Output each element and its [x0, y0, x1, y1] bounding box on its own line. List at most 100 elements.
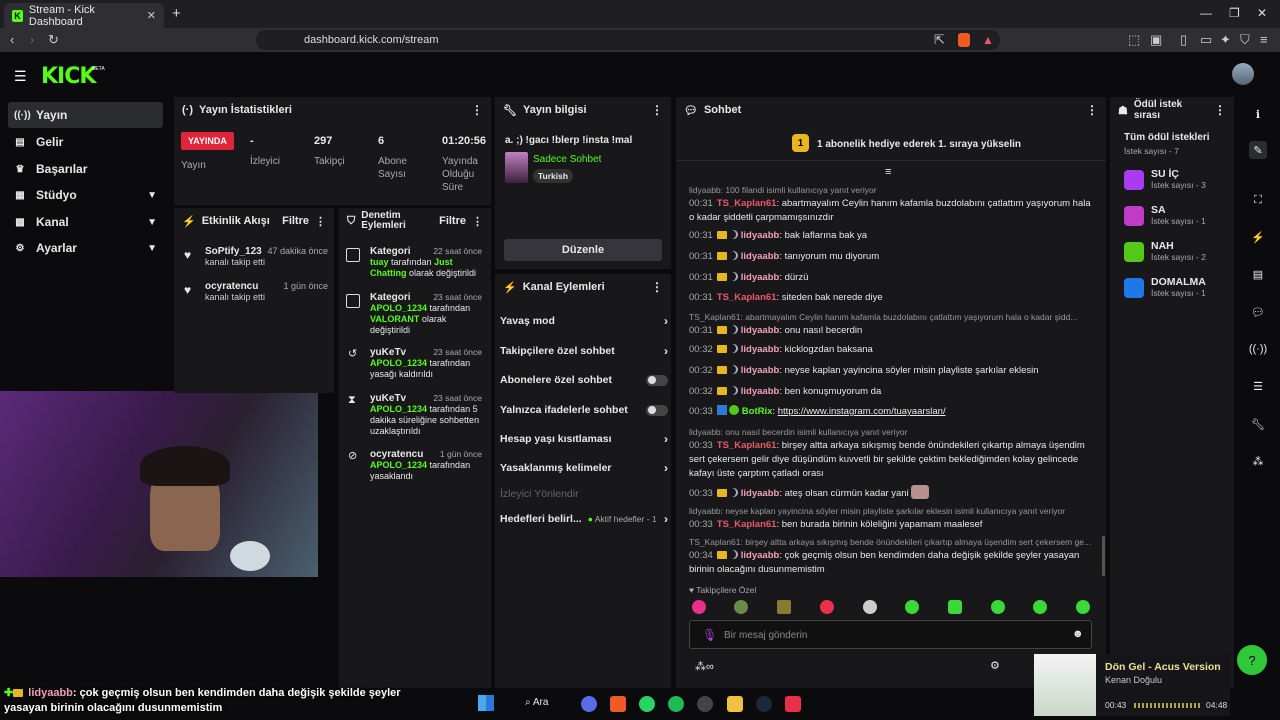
category-icon — [346, 294, 360, 308]
taskbar-search[interactable]: ⌕ Ara — [525, 697, 548, 708]
emote-2[interactable] — [734, 600, 748, 614]
share-icon[interactable]: ⇱ — [934, 32, 945, 48]
all-rewards-link[interactable]: Tüm ödül istekleri — [1124, 132, 1210, 143]
followers-only-row[interactable]: Takipçilere özel sohbet › — [500, 341, 668, 361]
activity-filter-button[interactable]: Filtre — [282, 215, 309, 227]
windows-start-icon[interactable] — [478, 695, 494, 711]
banned-words-row[interactable]: Yasaklanmış kelimeler › — [500, 458, 668, 478]
emote-5[interactable] — [863, 600, 877, 614]
emote-1[interactable] — [692, 600, 706, 614]
wallet-icon[interactable]: ▭ — [1200, 32, 1212, 48]
emote-3[interactable] — [777, 600, 791, 614]
account-age-row[interactable]: Hesap yaşı kısıtlaması › — [500, 429, 668, 449]
extensions-icon[interactable]: ⬚ — [1128, 32, 1140, 48]
collapse-icon[interactable]: ≡ — [885, 166, 891, 178]
more-menu-icon[interactable]: ⋮ — [651, 103, 663, 117]
sidebar-toggle-icon[interactable]: ▯ — [1180, 32, 1187, 48]
more-menu-icon[interactable]: ⋮ — [315, 215, 326, 228]
edit-pencil-icon[interactable]: ✎ — [1249, 141, 1267, 159]
sidebar-item-studyo[interactable]: ▦ Stüdyo ▼ — [8, 182, 163, 208]
user-avatar[interactable] — [1232, 63, 1254, 85]
brave-shield-icon[interactable] — [958, 33, 970, 47]
hamburger-menu-icon[interactable]: ☰ — [14, 68, 27, 85]
quick-actions-icon[interactable]: ⚡ — [1249, 228, 1267, 246]
webcam-overlay — [0, 391, 318, 577]
file-explorer-icon[interactable] — [727, 696, 743, 712]
chat-link[interactable]: https://www.instagram.com/tuayaarslan/ — [778, 406, 946, 417]
sidebar-item-yayin[interactable]: ((·)) Yayın — [8, 102, 163, 128]
reload-icon[interactable]: ↻ — [48, 32, 59, 48]
new-tab-icon[interactable]: + — [172, 5, 181, 22]
microphone-icon[interactable]: 🎙︎ — [702, 628, 717, 642]
obs-icon[interactable] — [697, 696, 713, 712]
more-menu-icon[interactable]: ⋮ — [1214, 103, 1226, 117]
chat-bubble-icon[interactable]: 💬︎ — [1249, 303, 1267, 321]
kick-header — [0, 52, 1280, 96]
moderation-filter-button[interactable]: Filtre — [439, 215, 466, 227]
sidebar-item-gelir[interactable]: ▤ Gelir — [8, 129, 163, 155]
browser-tab[interactable]: K Stream - Kick Dashboard ✕ — [4, 3, 164, 28]
category-name[interactable]: Sadece Sohbet — [533, 154, 601, 165]
more-menu-icon[interactable]: ⋮ — [471, 103, 483, 117]
queue-icon[interactable]: ☰ — [1249, 377, 1267, 395]
chat-scrollbar[interactable] — [1102, 536, 1105, 576]
shield-icon: ⛉ — [347, 214, 356, 227]
maximize-icon[interactable]: ❐ — [1229, 6, 1240, 20]
reward-item[interactable]: SU İÇ İstek sayısı - 3 — [1124, 168, 1206, 190]
emote-8[interactable] — [991, 600, 1005, 614]
brave-icon[interactable] — [610, 696, 626, 712]
browser-menu-icon[interactable]: ≡ — [1260, 32, 1268, 47]
subscribers-only-toggle[interactable] — [646, 374, 668, 386]
slow-mode-row[interactable]: Yavaş mod › — [500, 311, 668, 331]
info-icon[interactable]: ℹ — [1249, 105, 1267, 123]
vpn-icon[interactable]: ⛉ — [1240, 32, 1250, 48]
chat-settings-gear-icon[interactable]: ⚙ — [990, 659, 1000, 672]
reward-item[interactable]: DOMALMA İstek sayısı - 1 — [1124, 276, 1206, 298]
goals-row[interactable]: Hedefleri belirl... ● Aktif hedefler - 1 › — [500, 509, 668, 529]
emote-only-toggle[interactable] — [646, 404, 668, 416]
sidebar-item-ayarlar[interactable]: ⚙ Ayarlar ▼ — [8, 235, 163, 261]
reward-item[interactable]: NAH İstek sayısı - 2 — [1124, 240, 1206, 262]
notes-icon[interactable]: ▤ — [1249, 265, 1267, 283]
discord-icon[interactable] — [581, 696, 597, 712]
url-input[interactable]: dashboard.kick.com/stream — [256, 30, 1000, 50]
emote-10[interactable] — [1076, 600, 1090, 614]
more-menu-icon[interactable]: ⋮ — [472, 215, 483, 228]
forward-icon[interactable]: › — [30, 32, 34, 47]
steam-icon[interactable] — [756, 696, 772, 712]
edit-button[interactable]: Düzenle — [504, 239, 662, 261]
emote-4[interactable] — [820, 600, 834, 614]
whatsapp-icon[interactable] — [639, 696, 655, 712]
pinned-gift-banner[interactable]: 1 1 abonelik hediye ederek 1. sıraya yük… — [676, 125, 1106, 161]
sidebar-item-basarilar[interactable]: ♛ Başarılar — [8, 156, 163, 182]
chevron-down-icon: ▼ — [147, 242, 157, 254]
fullscreen-icon[interactable]: ⛶ — [1249, 191, 1267, 209]
apps-icon[interactable]: ⁂ — [1249, 452, 1267, 470]
broadcast-icon[interactable]: ((·)) — [1249, 340, 1267, 358]
sidebar-item-kanal[interactable]: ▩ Kanal ▼ — [8, 209, 163, 235]
spotify-icon[interactable] — [668, 696, 684, 712]
kick-logo[interactable]: KICK — [41, 64, 96, 89]
back-icon[interactable]: ‹ — [10, 32, 14, 47]
plus-icon: ✚ — [4, 687, 14, 699]
valorant-icon[interactable] — [785, 696, 801, 712]
wrench-icon[interactable]: 🔧︎ — [1249, 415, 1267, 433]
more-menu-icon[interactable]: ⋮ — [651, 280, 663, 294]
emote-6[interactable] — [905, 600, 919, 614]
close-tab-icon[interactable]: ✕ — [147, 9, 156, 22]
leo-ai-icon[interactable]: ✦ — [1220, 32, 1231, 48]
reward-item[interactable]: SA İstek sayısı - 1 — [1124, 204, 1206, 226]
emoji-icon[interactable]: ☻ — [1072, 628, 1084, 640]
emote-9[interactable] — [1033, 600, 1047, 614]
more-menu-icon[interactable]: ⋮ — [1086, 103, 1098, 117]
close-window-icon[interactable]: ✕ — [1257, 6, 1267, 20]
chat-tools-icon[interactable]: ⁂∞ — [695, 660, 714, 673]
tag-chip[interactable]: Turkish — [533, 169, 574, 183]
minimize-icon[interactable]: — — [1200, 6, 1212, 20]
chevron-down-icon: ▼ — [147, 189, 157, 201]
chat-input[interactable]: 🎙︎ Bir mesaj gönderin ☻ — [689, 620, 1092, 649]
media-icon[interactable]: ▣ — [1150, 32, 1162, 48]
brave-rewards-icon[interactable]: ▲ — [982, 33, 994, 47]
help-fab-icon[interactable]: ? — [1237, 645, 1267, 675]
emote-7[interactable] — [948, 600, 962, 614]
